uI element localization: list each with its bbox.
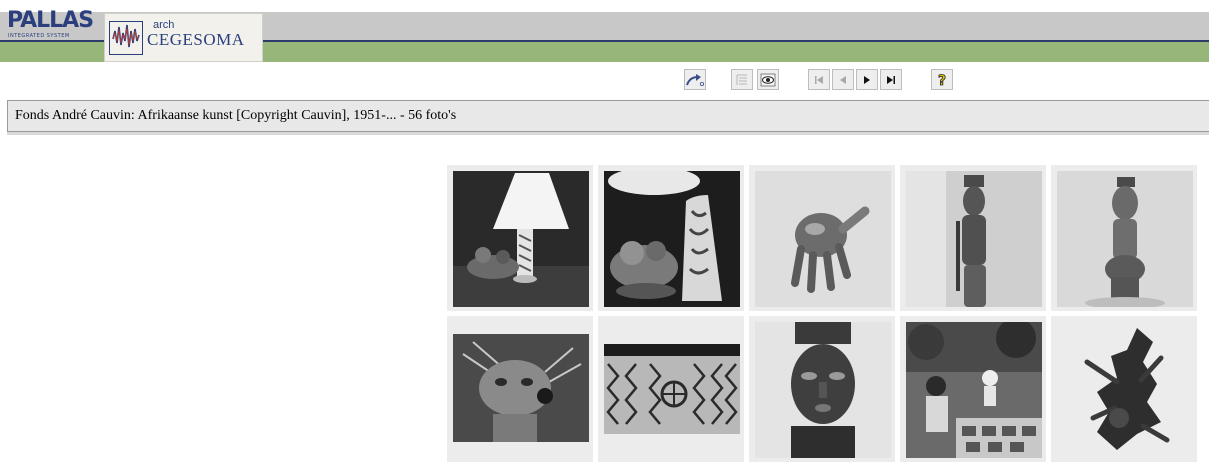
thumbnail[interactable] (900, 316, 1046, 462)
photo-raffia-figure (1057, 322, 1193, 458)
help-button[interactable]: ? (931, 69, 953, 90)
first-page-icon (815, 75, 823, 84)
next-page-button[interactable] (856, 69, 878, 90)
photo-lamp-closeup (604, 171, 740, 307)
title-bar-shadow (7, 132, 1209, 135)
header: PALLAS INTEGRATED SYSTEM arch CEGESOMA (0, 0, 1209, 64)
detail-view-button[interactable] (757, 69, 779, 90)
photo-standing-figure (906, 171, 1042, 307)
thumbnail[interactable] (749, 316, 895, 462)
photo-lamp-figure (453, 171, 589, 307)
next-page-icon (864, 75, 870, 84)
list-icon (736, 74, 747, 85)
photo-hand-mask (755, 171, 891, 307)
previous-page-icon (840, 75, 846, 84)
thumbnail[interactable] (1051, 165, 1197, 311)
photo-face-mask (755, 322, 891, 458)
cegesoma-logo: arch CEGESOMA (104, 13, 263, 62)
thumbnail[interactable] (749, 165, 895, 311)
collection-title-bar: Fonds André Cauvin: Afrikaanse kunst [Co… (7, 100, 1209, 132)
thumbnail[interactable] (598, 165, 744, 311)
photo-feathered-mask (453, 334, 589, 442)
thumbnail[interactable] (900, 165, 1046, 311)
eye-icon (760, 73, 776, 86)
thumbnail-grid (447, 165, 1199, 462)
back-button[interactable] (684, 69, 706, 90)
photo-carved-panel (604, 344, 740, 434)
photo-market-scene (906, 322, 1042, 458)
cegesoma-emblem-icon (109, 21, 143, 55)
last-page-button[interactable] (880, 69, 902, 90)
first-page-button[interactable] (808, 69, 830, 90)
archive-name: CEGESOMA (147, 30, 245, 49)
last-page-icon (887, 75, 895, 84)
pallas-logo: PALLAS INTEGRATED SYSTEM (7, 10, 102, 44)
toolbar: ? (0, 64, 1209, 94)
svg-text:?: ? (938, 73, 946, 88)
photo-figure-pedestal (1057, 171, 1193, 307)
pallas-logo-subtitle: INTEGRATED SYSTEM (8, 33, 70, 39)
collection-title: Fonds André Cauvin: Afrikaanse kunst [Co… (15, 108, 457, 123)
list-view-button[interactable] (731, 69, 753, 90)
help-icon: ? (938, 72, 947, 88)
thumbnail[interactable] (447, 165, 593, 311)
thumbnail[interactable] (1051, 316, 1197, 462)
arrow-curved-icon (686, 73, 704, 86)
thumbnail[interactable] (598, 316, 744, 462)
pallas-logo-text: PALLAS (7, 8, 94, 33)
previous-page-button[interactable] (832, 69, 854, 90)
thumbnail[interactable] (447, 316, 593, 462)
